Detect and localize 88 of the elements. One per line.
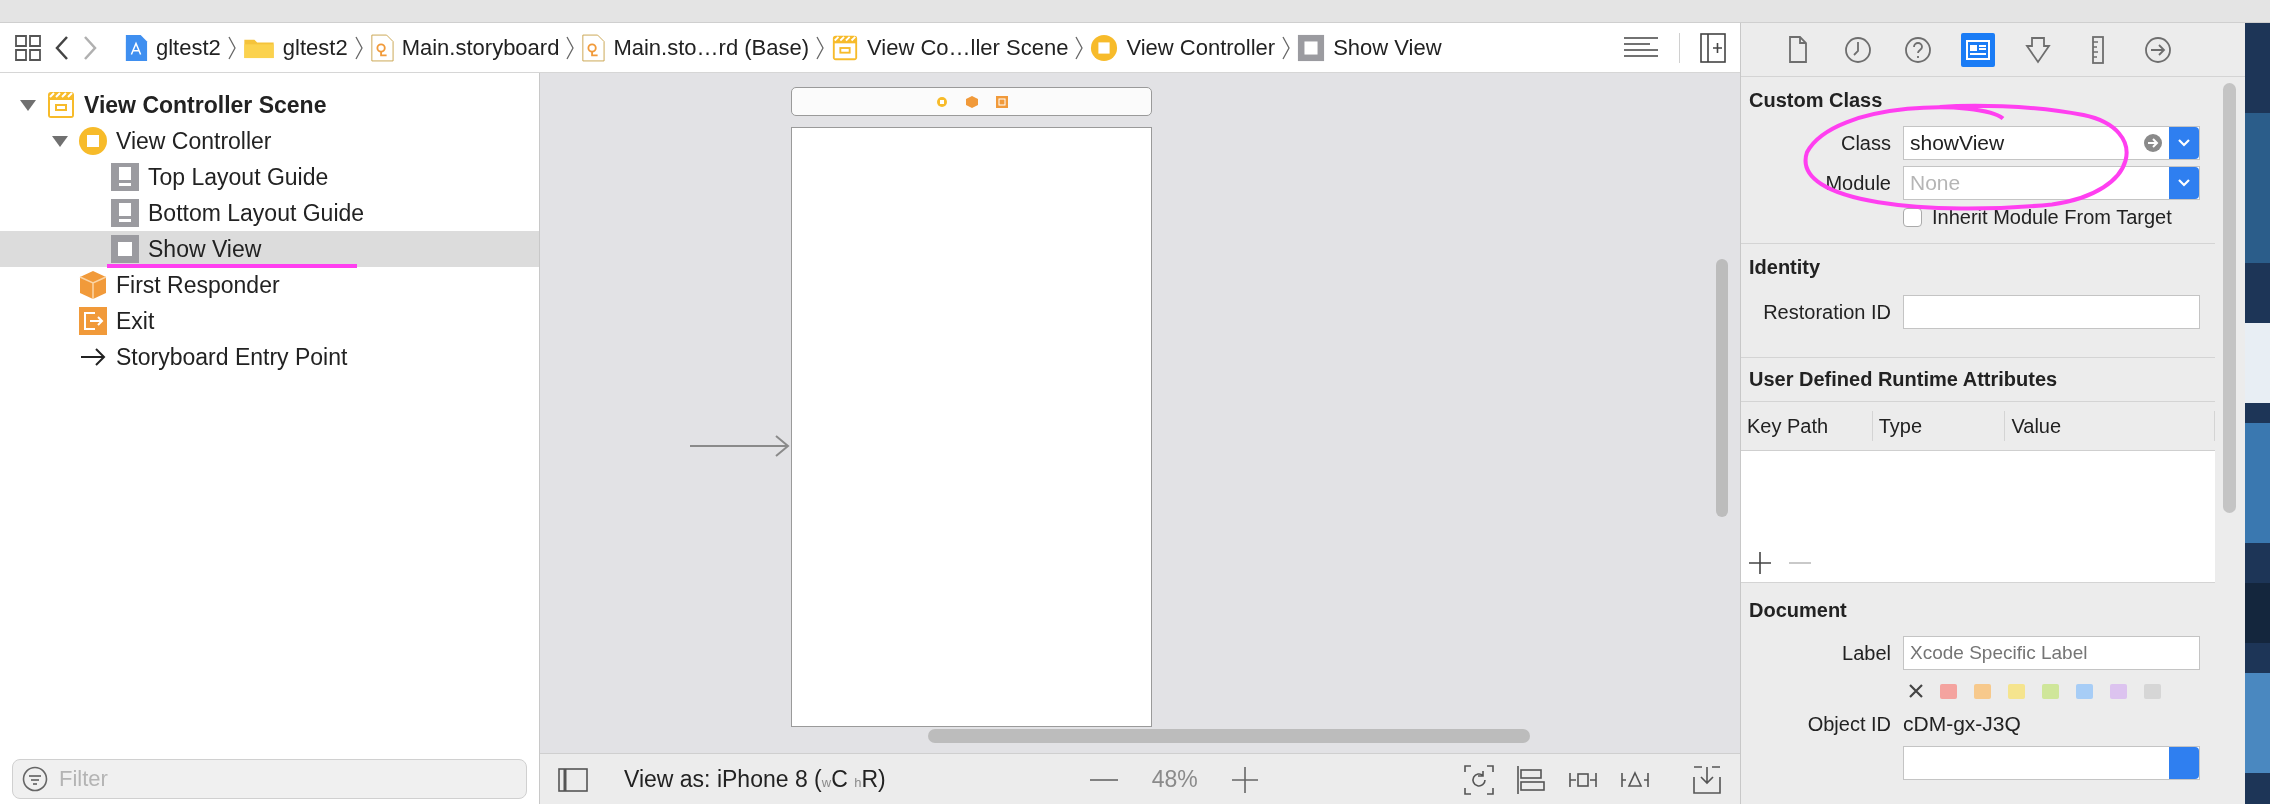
forward-icon[interactable] — [82, 34, 98, 61]
exit-icon — [78, 306, 108, 336]
outline-item[interactable]: Show View — [0, 231, 539, 267]
outline-item[interactable]: First Responder — [0, 267, 539, 303]
field-label: Class — [1840, 131, 1891, 155]
outline-item[interactable]: View Controller Scene — [0, 87, 539, 123]
outline-item[interactable]: Top Layout Guide — [0, 159, 539, 195]
align-icon[interactable] — [1516, 764, 1546, 795]
view-icon — [1297, 33, 1326, 62]
chevron-down-icon — [2177, 138, 2191, 148]
color-swatch[interactable] — [2008, 683, 2025, 699]
dropdown-button[interactable] — [2169, 127, 2199, 159]
inspector-tab[interactable] — [1961, 32, 1995, 67]
breadcrumb-item[interactable]: Main.sto…rd (Base) — [581, 33, 810, 62]
color-swatch[interactable] — [1974, 683, 1991, 699]
section-title: Identity — [1748, 255, 1822, 280]
breadcrumb-item[interactable]: Main.storyboard — [369, 33, 560, 62]
view-icon — [110, 234, 140, 264]
section-title: User Defined Runtime Attributes — [1748, 367, 2059, 392]
field-label: Restoration ID — [1762, 300, 1891, 324]
outline-item[interactable]: Exit — [0, 303, 539, 339]
refresh-icon[interactable] — [1464, 764, 1494, 795]
outline-item[interactable]: Bottom Layout Guide — [0, 195, 539, 231]
color-swatch[interactable] — [2110, 683, 2127, 699]
arrow-circle-icon[interactable] — [2143, 133, 2163, 153]
storyboard-file-icon — [581, 33, 606, 62]
scene-dock[interactable] — [791, 87, 1152, 116]
label-field[interactable]: Xcode Specific Label — [1903, 636, 2200, 670]
storyboard-file-icon — [369, 33, 394, 62]
section-title: Document — [1748, 598, 1848, 623]
chevron-separator-icon — [226, 34, 237, 61]
chevron-separator-icon — [815, 34, 826, 61]
lines-icon[interactable] — [1623, 35, 1659, 60]
cube-icon[interactable] — [965, 95, 978, 108]
inherit-module-checkbox[interactable]: Inherit Module From Target — [1903, 206, 2215, 229]
clapperboard-icon — [831, 33, 860, 62]
filter-field[interactable]: Filter — [12, 759, 527, 799]
view-controller-icon — [1090, 33, 1119, 62]
cube-icon — [78, 270, 108, 300]
breadcrumb-item[interactable]: gltest2 — [124, 33, 221, 62]
related-items-icon[interactable] — [14, 33, 42, 62]
column-header[interactable]: Key Path — [1741, 411, 1873, 441]
chevron-separator-icon — [1281, 34, 1292, 61]
clear-icon[interactable] — [1909, 684, 1923, 698]
dropdown-field[interactable] — [1903, 746, 2200, 780]
restoration-id-field[interactable] — [1903, 295, 2200, 329]
outline-item[interactable]: View Controller — [0, 123, 539, 159]
zoom-out-icon[interactable] — [1089, 777, 1118, 782]
view-controller-icon[interactable] — [935, 95, 948, 108]
color-swatch[interactable] — [2076, 683, 2093, 699]
column-header[interactable]: Value — [2005, 411, 2215, 441]
dropdown-button[interactable] — [2169, 167, 2199, 199]
app-icon — [124, 33, 148, 62]
outline-item[interactable]: Storyboard Entry Point — [0, 339, 539, 375]
chevron-separator-icon — [565, 34, 576, 61]
add-editor-icon[interactable] — [1700, 32, 1726, 63]
breadcrumb-item[interactable]: Show View — [1297, 33, 1442, 62]
chevron-separator-icon — [353, 34, 364, 61]
section-title: Custom Class — [1748, 88, 1884, 113]
color-swatch[interactable] — [2042, 683, 2059, 699]
add-icon[interactable] — [1749, 552, 1771, 574]
exit-icon[interactable] — [995, 95, 1008, 108]
object-id: cDM-gx-J3Q — [1903, 712, 2022, 736]
scrollbar-thumb[interactable] — [1716, 259, 1728, 517]
column-header[interactable]: Type — [1872, 411, 2006, 441]
field-label: Object ID — [1806, 712, 1891, 736]
sidebar-toggle-icon[interactable] — [558, 767, 588, 792]
download-tray-icon[interactable] — [1692, 764, 1722, 795]
chevron-separator-icon — [1074, 34, 1085, 61]
clapperboard-icon — [46, 90, 76, 120]
field-label: Label — [1841, 641, 1891, 665]
class-combo-box[interactable]: showView — [1903, 126, 2200, 160]
back-icon[interactable] — [54, 34, 70, 61]
chevron-down-icon — [2177, 178, 2191, 188]
filter-icon — [22, 766, 48, 792]
scrollbar-thumb[interactable] — [2223, 83, 2236, 513]
layout-guide-icon — [110, 198, 140, 228]
color-swatch[interactable] — [1940, 683, 1957, 699]
breadcrumb-item[interactable]: gltest2 — [242, 34, 348, 61]
checkbox[interactable] — [1903, 208, 1922, 227]
breadcrumb-item[interactable]: View Co…ller Scene — [831, 33, 1069, 62]
view-controller-icon — [78, 126, 108, 156]
layout-guide-icon — [110, 162, 140, 192]
zoom-level: 48% — [1151, 766, 1198, 793]
breadcrumb-item[interactable]: View Controller — [1090, 33, 1276, 62]
scrollbar-thumb[interactable] — [928, 729, 1530, 743]
field-label: Module — [1824, 171, 1891, 195]
zoom-in-icon[interactable] — [1231, 766, 1258, 793]
